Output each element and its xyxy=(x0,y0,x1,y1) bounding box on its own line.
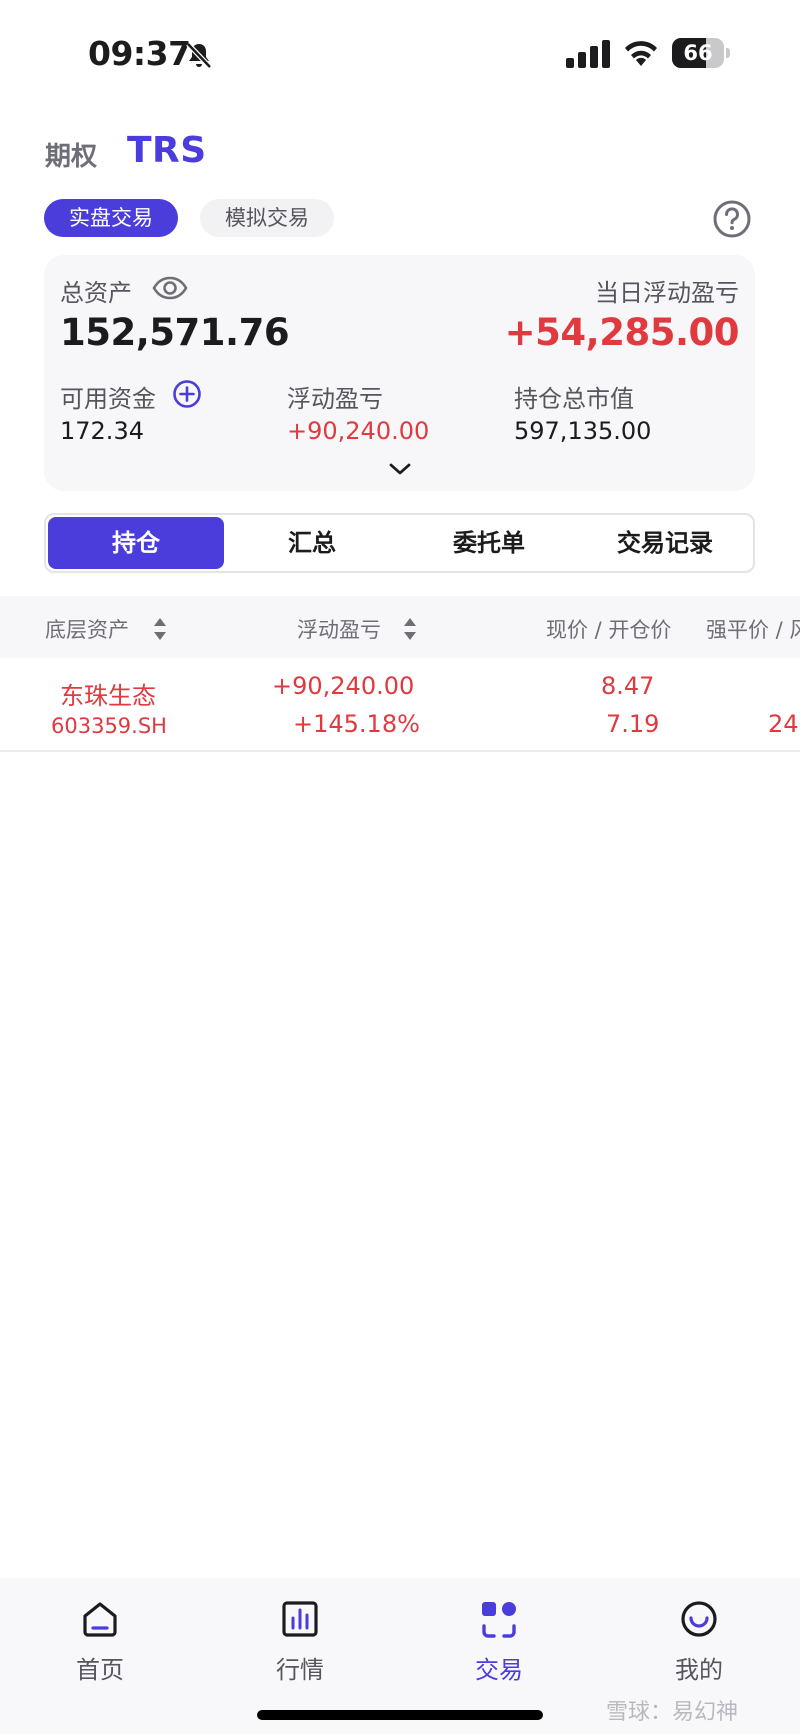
nav-home-label: 首页 xyxy=(76,1656,124,1684)
table-header: 底层资产 浮动盈亏 现价 / 开仓价 强平价 / 风 xyxy=(0,596,800,658)
watermark: 雪球：易幻神 xyxy=(606,1700,739,1725)
market-value-label: 持仓总市值 xyxy=(514,385,634,413)
nav-home[interactable]: 首页 xyxy=(35,1600,165,1696)
header-tab-trs[interactable]: TRS xyxy=(127,130,207,171)
asset-code: 603359.SH xyxy=(51,714,167,738)
row-liquidation-price: 24 xyxy=(768,710,799,738)
nav-profile-label: 我的 xyxy=(675,1656,723,1684)
nav-trade[interactable]: 交易 xyxy=(434,1600,564,1696)
row-pnl-percent: +145.18% xyxy=(293,710,420,738)
available-funds-label: 可用资金 xyxy=(60,385,156,413)
bell-muted-icon xyxy=(186,42,212,69)
battery-percent: 66 xyxy=(683,41,713,65)
row-pnl: +90,240.00 xyxy=(272,672,415,700)
simulated-trading-button[interactable]: 模拟交易 xyxy=(200,199,334,237)
tab-trade-history[interactable]: 交易记录 xyxy=(577,517,753,569)
battery-body: 66 xyxy=(672,38,724,68)
asset-summary-card: 总资产 152,571.76 当日浮动盈亏 +54,285.00 可用资金 17… xyxy=(44,255,755,491)
nav-market[interactable]: 行情 xyxy=(235,1600,365,1696)
tab-orders[interactable]: 委托单 xyxy=(401,517,577,569)
plus-circle-icon[interactable] xyxy=(172,379,202,409)
trade-icon xyxy=(482,1602,516,1638)
tab-summary[interactable]: 汇总 xyxy=(224,517,400,569)
signal-icon xyxy=(566,40,610,68)
real-trading-button[interactable]: 实盘交易 xyxy=(44,199,178,237)
header-floating-pnl[interactable]: 浮动盈亏 xyxy=(297,614,381,644)
nav-market-label: 行情 xyxy=(276,1656,324,1684)
total-assets-value: 152,571.76 xyxy=(60,311,290,354)
home-indicator xyxy=(257,1710,543,1720)
market-value-value: 597,135.00 xyxy=(514,417,652,445)
table-row[interactable]: 东珠生态 603359.SH +90,240.00 +145.18% 8.47 … xyxy=(0,658,800,752)
header-tab-options[interactable]: 期权 xyxy=(45,136,97,173)
available-funds-value: 172.34 xyxy=(60,417,144,445)
row-current-price: 8.47 xyxy=(601,672,655,700)
asset-name: 东珠生态 xyxy=(60,682,156,710)
help-icon[interactable] xyxy=(712,199,752,239)
position-tabs: 持仓 汇总 委托单 交易记录 xyxy=(44,513,755,573)
nav-profile[interactable]: 我的 xyxy=(634,1600,764,1696)
row-open-price: 7.19 xyxy=(606,710,660,738)
daily-pnl-value: +54,285.00 xyxy=(504,311,740,354)
battery-tip xyxy=(726,48,730,58)
daily-pnl-label: 当日浮动盈亏 xyxy=(595,279,739,307)
sort-icon[interactable] xyxy=(402,616,418,642)
floating-pnl-value: +90,240.00 xyxy=(287,417,430,445)
header-underlying-asset[interactable]: 底层资产 xyxy=(45,614,129,644)
chart-icon xyxy=(282,1601,318,1637)
chevron-down-icon[interactable] xyxy=(388,461,412,477)
sort-icon[interactable] xyxy=(152,616,168,642)
eye-icon[interactable] xyxy=(152,273,188,303)
floating-pnl-label: 浮动盈亏 xyxy=(287,385,383,413)
header-price: 现价 / 开仓价 xyxy=(546,618,672,642)
status-bar: 09:37 66 xyxy=(0,0,800,110)
status-time: 09:37 xyxy=(88,34,191,73)
tab-positions[interactable]: 持仓 xyxy=(48,517,224,569)
battery-indicator: 66 xyxy=(672,38,730,68)
smile-icon xyxy=(681,1601,717,1637)
wifi-icon xyxy=(625,41,657,66)
total-assets-label: 总资产 xyxy=(60,279,132,307)
nav-trade-label: 交易 xyxy=(475,1656,523,1684)
home-icon xyxy=(83,1602,117,1637)
header-liquidation: 强平价 / 风 xyxy=(706,618,800,642)
